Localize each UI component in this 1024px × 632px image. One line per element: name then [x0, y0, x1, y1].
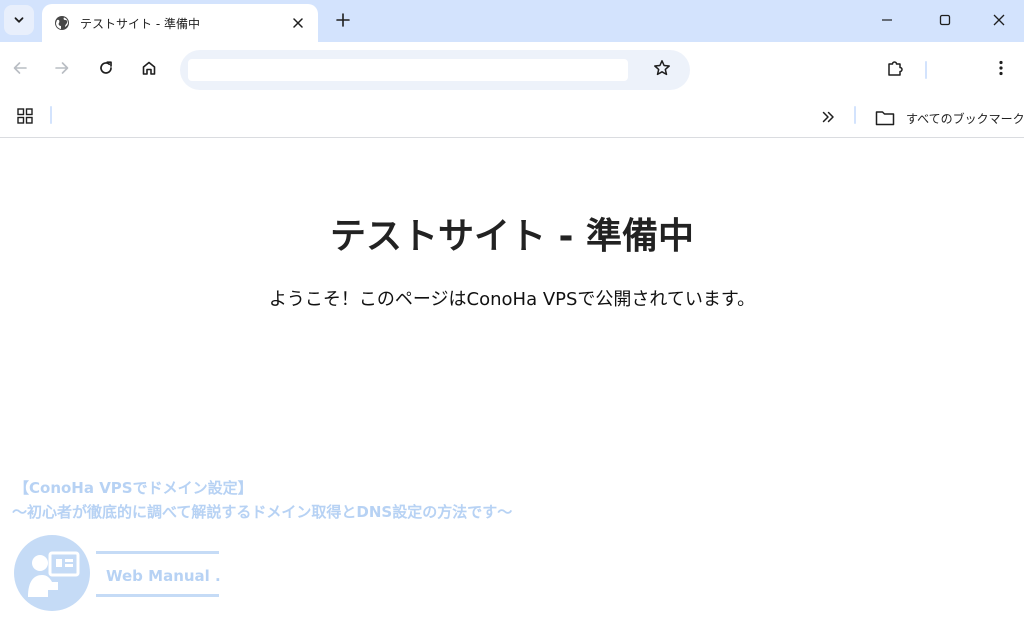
bookmark-star-button[interactable]	[648, 56, 676, 84]
minimize-button[interactable]	[864, 0, 910, 40]
maximize-button[interactable]	[922, 0, 968, 40]
arrow-left-icon	[12, 60, 28, 80]
plus-icon	[336, 12, 350, 31]
maximize-icon	[939, 11, 951, 30]
forward-button[interactable]	[48, 56, 76, 84]
chevron-down-icon	[13, 11, 25, 30]
tab-title: テストサイト - 準備中	[80, 16, 200, 31]
home-button[interactable]	[135, 56, 163, 84]
folder-icon	[875, 110, 895, 130]
address-bar[interactable]	[180, 50, 690, 90]
bookmark-separator	[854, 106, 856, 124]
page-heading: テストサイト - 準備中	[329, 216, 694, 257]
page-content: テストサイト - 準備中 ようこそ！このページはConoHa VPSで公開されて…	[0, 139, 1024, 632]
globe-icon	[54, 15, 70, 31]
extensions-button[interactable]	[881, 56, 909, 84]
watermark-title-line1: 【ConoHa VPSでドメイン設定】	[14, 479, 253, 497]
double-chevron-right-icon	[821, 109, 835, 128]
minimize-icon	[881, 11, 893, 30]
home-icon	[141, 60, 157, 80]
close-icon	[993, 11, 1005, 30]
puzzle-icon	[886, 59, 904, 81]
kebab-menu-icon	[999, 60, 1003, 80]
watermark-rule-top	[96, 551, 219, 554]
browser-toolbar	[0, 42, 1024, 98]
all-bookmarks-label: すべてのブックマーク	[906, 112, 1024, 126]
watermark-title-line2: 〜初心者が徹底的に調べて解説するドメイン取得とDNS設定の方法です〜	[12, 503, 513, 521]
window-close-button[interactable]	[976, 0, 1022, 40]
watermark-brand: Web Manual .	[106, 567, 221, 585]
star-icon	[653, 59, 671, 81]
back-button[interactable]	[6, 56, 34, 84]
apps-grid-icon	[17, 108, 33, 128]
tab-strip: テストサイト - 準備中	[0, 0, 1024, 42]
welcome-message: ようこそ！このページはConoHa VPSで公開されています。	[268, 289, 756, 310]
bookmark-separator	[50, 106, 52, 124]
bookmark-overflow-button[interactable]	[814, 104, 842, 132]
toolbar-separator	[925, 61, 927, 79]
close-icon[interactable]	[288, 13, 308, 33]
watermark-rule-bottom	[96, 594, 219, 597]
browser-menu-button[interactable]	[987, 56, 1015, 84]
active-tab[interactable]: テストサイト - 準備中	[42, 4, 318, 42]
apps-button[interactable]	[11, 104, 39, 132]
watermark-logo	[14, 535, 94, 615]
arrow-right-icon	[54, 60, 70, 80]
reload-button[interactable]	[92, 56, 120, 84]
address-input[interactable]	[188, 59, 628, 81]
tab-search-button[interactable]	[4, 5, 34, 35]
bookmark-bar: すべてのブックマーク	[0, 98, 1024, 138]
new-tab-button[interactable]	[330, 8, 356, 34]
reload-icon	[98, 60, 114, 80]
